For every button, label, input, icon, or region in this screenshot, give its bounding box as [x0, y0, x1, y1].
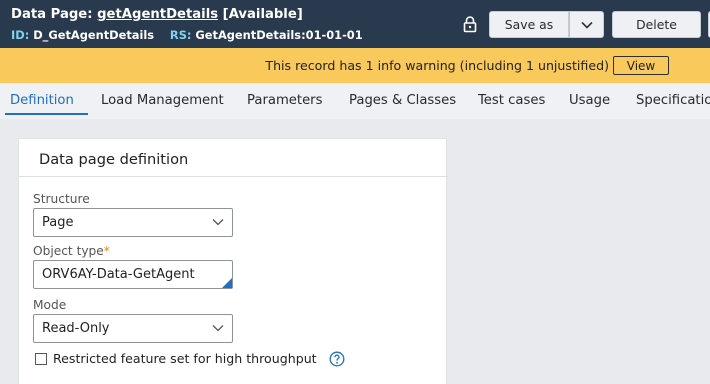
view-warnings-button[interactable]: View [613, 56, 669, 75]
object-type-value: ORV6AY-Data-GetAgent [42, 267, 195, 282]
record-header: Data Page: getAgentDetails [Available] I… [0, 0, 710, 48]
record-name-link[interactable]: getAgentDetails [97, 7, 218, 22]
chevron-down-icon [212, 219, 224, 226]
rs-value: GetAgentDetails:01-01-01 [195, 28, 363, 42]
mode-label: Mode [33, 298, 67, 312]
object-type-input[interactable]: ORV6AY-Data-GetAgent [33, 260, 233, 289]
structure-label: Structure [33, 192, 90, 206]
definition-card: Data page definition Structure Page Obje… [18, 138, 448, 384]
tab-test-cases[interactable]: Test cases [478, 93, 545, 108]
lock-icon[interactable] [462, 15, 478, 33]
structure-value: Page [42, 215, 74, 230]
title-prefix: Data Page: [11, 7, 98, 22]
tab-pages-classes[interactable]: Pages & Classes [349, 93, 456, 108]
restricted-feature-checkbox[interactable] [35, 353, 47, 365]
help-icon[interactable] [329, 351, 345, 367]
rs-label: RS: [169, 28, 192, 42]
chevron-down-icon [212, 325, 224, 332]
required-asterisk: * [103, 244, 110, 258]
warning-message: This record has 1 info warning (includin… [265, 58, 609, 73]
structure-select[interactable]: Page [33, 208, 233, 237]
record-status: [Available] [218, 7, 303, 22]
page-title: Data Page: getAgentDetails [Available] [11, 7, 303, 22]
tab-specifications[interactable]: Specificatio [636, 93, 710, 108]
save-as-button[interactable]: Save as [489, 11, 569, 38]
tab-load-management[interactable]: Load Management [101, 93, 224, 108]
object-type-label: Object type* [33, 244, 110, 258]
restricted-feature-label: Restricted feature set for high throughp… [53, 351, 317, 366]
tab-definition[interactable]: Definition [10, 93, 74, 108]
tab-usage[interactable]: Usage [569, 93, 610, 108]
object-type-label-text: Object type [33, 244, 104, 258]
active-tab-indicator [5, 113, 88, 115]
autocomplete-indicator [222, 278, 232, 288]
record-tabs: Definition Load Management Parameters Pa… [0, 83, 710, 119]
card-title: Data page definition [39, 151, 189, 168]
id-value: D_GetAgentDetails [33, 28, 155, 42]
warning-banner: This record has 1 info warning (includin… [0, 48, 710, 83]
mode-select[interactable]: Read-Only [33, 314, 233, 343]
chevron-down-icon [580, 21, 593, 29]
delete-button[interactable]: Delete [612, 11, 701, 38]
tab-parameters[interactable]: Parameters [247, 93, 322, 108]
card-divider [19, 176, 448, 177]
record-identifiers: ID: D_GetAgentDetails RS: GetAgentDetail… [11, 28, 363, 42]
mode-value: Read-Only [42, 321, 110, 336]
id-label: ID: [11, 28, 30, 42]
save-options-dropdown[interactable] [569, 11, 604, 38]
